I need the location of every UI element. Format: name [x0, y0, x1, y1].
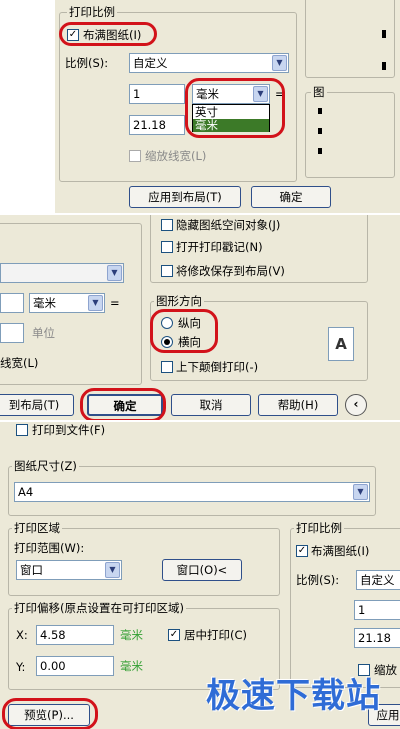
apply-to-layout-button[interactable]: 应用到布局(T) — [129, 186, 241, 208]
scale-lineweights-label: 缩放线宽(L) — [145, 149, 207, 163]
scale-title: 打印比例 — [294, 520, 344, 536]
scale-label: 比例(S): — [65, 56, 109, 70]
highlight-ok-button — [80, 388, 166, 420]
orientation-title: 图形方向 — [154, 293, 204, 309]
screenshot-panel-orientation: ▼ 毫米 ▼ = 单位 线宽(L) 隐藏图纸空间对象(J) 打开打印戳记(N) … — [0, 215, 400, 420]
right-partial-group — [305, 92, 395, 178]
save-changes-label: 将修改保存到布局(V) — [176, 264, 285, 278]
scale-value-1-input[interactable]: 1 — [354, 600, 400, 620]
plot-stamp-checkbox[interactable] — [161, 241, 173, 253]
print-to-file-label: 打印到文件(F) — [32, 423, 106, 437]
center-plot-label: 居中打印(C) — [184, 628, 248, 642]
scale-value-1-input[interactable]: 1 — [129, 84, 185, 104]
scale-select-value: 自定义 — [360, 573, 395, 587]
units-label: 单位 — [32, 326, 55, 340]
paper-size-value: A4 — [18, 485, 34, 499]
plot-scale-title: 打印比例 — [67, 4, 117, 20]
right-group-title: 图 — [311, 84, 327, 100]
save-changes-checkbox[interactable] — [161, 265, 173, 277]
plot-range-label: 打印范围(W): — [14, 541, 85, 555]
plot-stamp-label: 打开打印戳记(N) — [176, 240, 263, 254]
unit-select-value: 毫米 — [33, 296, 56, 310]
plot-range-select[interactable]: 窗口 ▼ — [16, 560, 122, 580]
orientation-preview-icon: A — [328, 327, 354, 361]
chevron-down-icon[interactable]: ▼ — [272, 55, 287, 71]
chevron-down-icon[interactable]: ▼ — [353, 484, 368, 500]
scale-lineweights-checkbox[interactable] — [129, 150, 141, 162]
y-label: Y: — [16, 660, 26, 674]
partial-select[interactable]: ▼ — [0, 263, 124, 283]
unit-select[interactable]: 毫米 ▼ — [29, 293, 105, 313]
ok-button[interactable]: 确定 — [251, 186, 331, 208]
plot-offset-title: 打印偏移(原点设置在可打印区域) — [12, 600, 186, 616]
x-offset-input[interactable]: 4.58 — [36, 625, 114, 645]
equals-sign: = — [110, 296, 120, 310]
fit-paper-label: 布满图纸(I) — [311, 544, 370, 558]
chevron-down-icon[interactable]: ▼ — [88, 295, 103, 311]
fit-paper-checkbox[interactable]: ✓ — [296, 545, 308, 557]
chevron-down-icon[interactable]: ▼ — [105, 562, 120, 578]
scale-value-2-input[interactable]: 21.18 — [354, 628, 400, 648]
highlight-preview-button — [2, 698, 98, 729]
x-label: X: — [16, 628, 28, 642]
scale-value-2-input[interactable]: 21.18 — [129, 115, 185, 135]
apply-to-layout-button[interactable]: 到布局(T) — [0, 394, 74, 416]
plot-area-title: 打印区域 — [12, 520, 62, 536]
print-to-file-checkbox[interactable] — [16, 424, 28, 436]
scale-select-value: 自定义 — [133, 56, 168, 70]
hide-paperspace-checkbox[interactable] — [161, 219, 173, 231]
paper-size-title: 图纸尺寸(Z) — [12, 458, 79, 474]
y-unit-label: 毫米 — [120, 659, 143, 673]
screenshot-panel-scale-top: 打印比例 ✓ 布满图纸(I) 比例(S): 自定义 ▼ 1 毫米 ▼ = 英寸 … — [55, 0, 400, 213]
window-select-button[interactable]: 窗口(O)< — [162, 559, 242, 581]
edge-mark — [382, 62, 386, 70]
upside-down-label: 上下颠倒打印(-) — [176, 360, 259, 374]
scale-label: 比例(S): — [296, 573, 340, 587]
center-plot-checkbox[interactable]: ✓ — [168, 629, 180, 641]
plot-range-value: 窗口 — [20, 563, 43, 577]
cancel-button[interactable]: 取消 — [171, 394, 251, 416]
site-watermark: 极速下载站 — [206, 676, 381, 716]
partial-value-input[interactable] — [0, 293, 24, 313]
help-button[interactable]: 帮助(H) — [258, 394, 338, 416]
y-offset-input[interactable]: 0.00 — [36, 656, 114, 676]
edge-mark — [318, 148, 322, 154]
lineweight-label: 线宽(L) — [0, 356, 39, 370]
scale-select[interactable]: 自定义 — [356, 570, 400, 590]
highlight-fit-paper — [59, 22, 157, 46]
highlight-unit-dropdown — [185, 78, 285, 138]
x-unit-label: 毫米 — [120, 628, 143, 642]
chevron-down-icon[interactable]: ▼ — [107, 265, 122, 281]
scale-select[interactable]: 自定义 ▼ — [129, 53, 289, 73]
collapse-icon[interactable]: ‹ — [345, 394, 367, 416]
upside-down-checkbox[interactable] — [161, 361, 173, 373]
paper-size-select[interactable]: A4 ▼ — [14, 482, 370, 502]
hide-paperspace-label: 隐藏图纸空间对象(J) — [176, 218, 281, 232]
edge-mark — [318, 108, 322, 114]
partial-value-input-2[interactable] — [0, 323, 24, 343]
edge-mark — [318, 128, 322, 134]
edge-mark — [382, 30, 386, 38]
highlight-orientation — [150, 309, 218, 353]
